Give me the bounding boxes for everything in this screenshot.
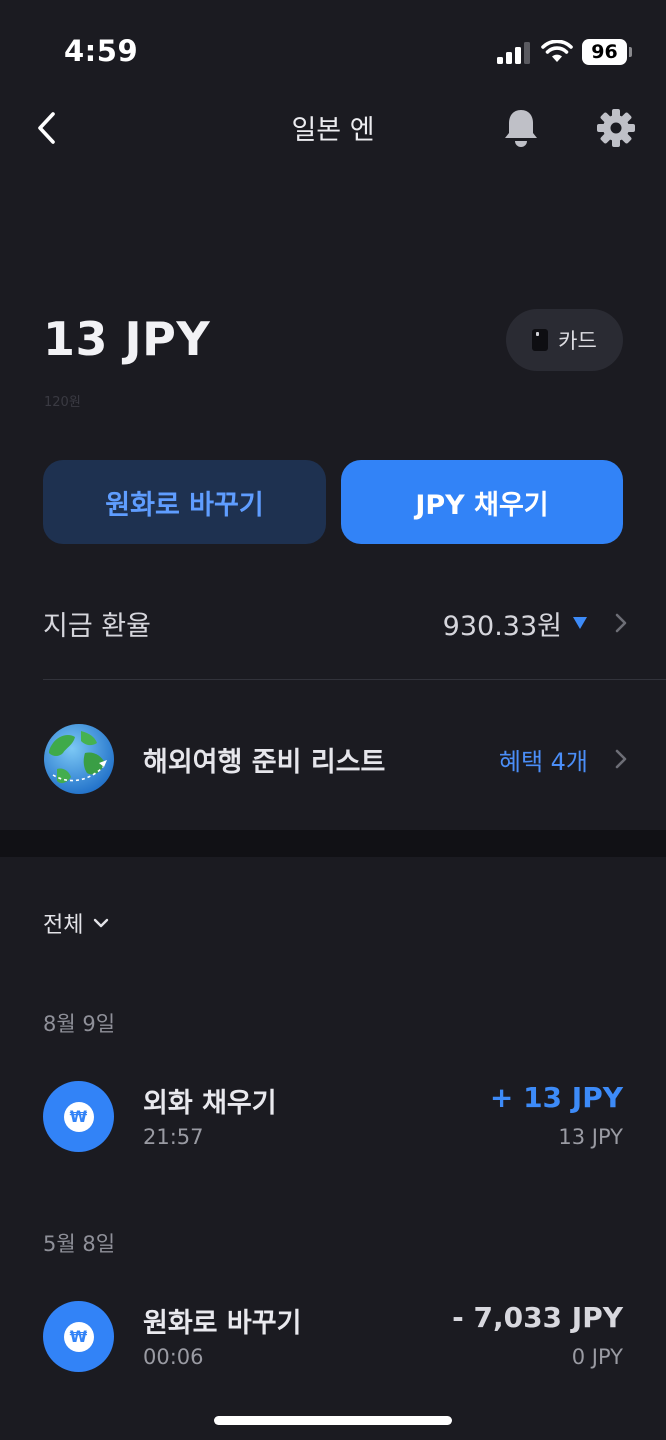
balance-krw-value: 120원 <box>44 395 81 410</box>
notifications-button[interactable] <box>498 104 544 152</box>
globe-icon <box>44 724 114 794</box>
cellular-signal-icon <box>497 42 530 64</box>
transaction-balance: 13 JPY <box>558 1125 623 1149</box>
card-icon <box>532 329 549 351</box>
bell-icon <box>505 110 537 147</box>
date-header: 8월 9일 <box>43 1012 116 1036</box>
transaction-filter-dropdown[interactable]: 전체 <box>43 906 109 940</box>
triangle-down-icon <box>573 617 587 629</box>
chevron-right-icon <box>615 749 627 769</box>
transaction-item[interactable]: ₩ 원화로 바꾸기 00:06 - 7,033 JPY 0 JPY <box>43 1301 623 1375</box>
won-icon: ₩ <box>43 1301 114 1372</box>
wifi-icon <box>541 40 573 62</box>
balance-amount: 13 JPY <box>43 312 211 366</box>
home-indicator[interactable] <box>214 1416 452 1425</box>
won-symbol: ₩ <box>63 1321 94 1352</box>
chevron-right-icon <box>615 613 627 633</box>
date-header: 5월 8일 <box>43 1232 116 1256</box>
exchange-rate-row[interactable]: 지금 환율 930.33원 <box>43 592 628 654</box>
battery-indicator: 96 <box>582 39 632 65</box>
screen: 4:59 96 일본 엔 13 JPY 120원 카드 원화로 바꾸기 JPY … <box>0 0 666 1440</box>
chevron-left-icon <box>38 112 55 144</box>
battery-level: 96 <box>591 41 618 63</box>
charge-jpy-button[interactable]: JPY 채우기 <box>341 460 623 544</box>
status-bar: 4:59 96 <box>0 0 666 100</box>
exchange-rate-label: 지금 환율 <box>43 610 151 642</box>
benefit-count: 혜택 4개 <box>498 747 588 776</box>
status-time: 4:59 <box>64 34 139 68</box>
chevron-down-icon <box>94 918 109 928</box>
card-button[interactable]: 카드 <box>506 309 623 371</box>
travel-checklist-row[interactable]: 해외여행 준비 리스트 혜택 4개 <box>43 722 628 796</box>
card-button-label: 카드 <box>558 329 597 353</box>
transaction-time: 21:57 <box>143 1125 204 1149</box>
convert-to-krw-button[interactable]: 원화로 바꾸기 <box>43 460 326 544</box>
battery-cap <box>629 47 632 57</box>
transaction-balance: 0 JPY <box>571 1345 623 1369</box>
transaction-time: 00:06 <box>143 1345 204 1369</box>
filter-label: 전체 <box>43 913 84 938</box>
transaction-item[interactable]: ₩ 외화 채우기 21:57 + 13 JPY 13 JPY <box>43 1081 623 1155</box>
transaction-amount: - 7,033 JPY <box>452 1301 623 1334</box>
divider <box>43 679 666 680</box>
transaction-amount: + 13 JPY <box>489 1081 623 1114</box>
section-separator <box>0 830 666 857</box>
exchange-rate-value: 930.33원 <box>442 610 562 642</box>
transaction-title: 외화 채우기 <box>143 1088 277 1119</box>
page-title: 일본 엔 <box>291 115 375 146</box>
won-icon: ₩ <box>43 1081 114 1152</box>
settings-button[interactable] <box>592 104 640 152</box>
back-button[interactable] <box>26 106 66 150</box>
won-symbol: ₩ <box>63 1101 94 1132</box>
travel-checklist-label: 해외여행 준비 리스트 <box>143 746 386 778</box>
transaction-title: 원화로 바꾸기 <box>143 1308 302 1339</box>
gear-icon <box>597 109 635 147</box>
